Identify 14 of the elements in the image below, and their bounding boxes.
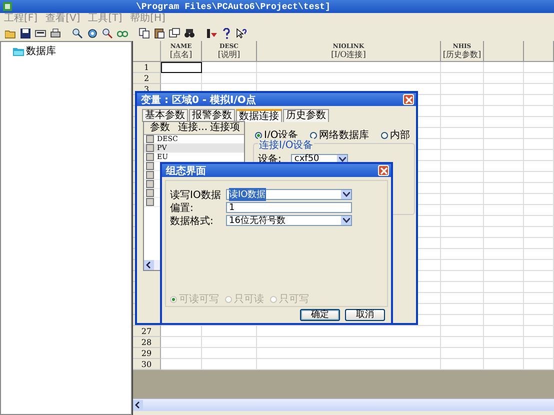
row-number: 30 [133,359,161,370]
group-title: 连接I/O设备 [258,138,314,152]
window-title: \Program Files\PCAuto6\Project\test] [136,2,330,12]
dialog-title: 变量 : 区域0 - 模拟I/O点 [141,93,256,106]
row-number: 1 [133,62,161,73]
dialog-title: 组态界面 [166,164,206,178]
field-label: 读写IO数据 [170,188,222,202]
field-label: 数据格式: [170,214,214,228]
tree-label: 数据库 [26,44,56,58]
row-number: 28 [133,337,161,348]
row-number: 2 [133,73,161,84]
row-number: 27 [133,326,161,337]
field-label: 偏置: [170,202,194,214]
row-number: 29 [133,348,161,359]
